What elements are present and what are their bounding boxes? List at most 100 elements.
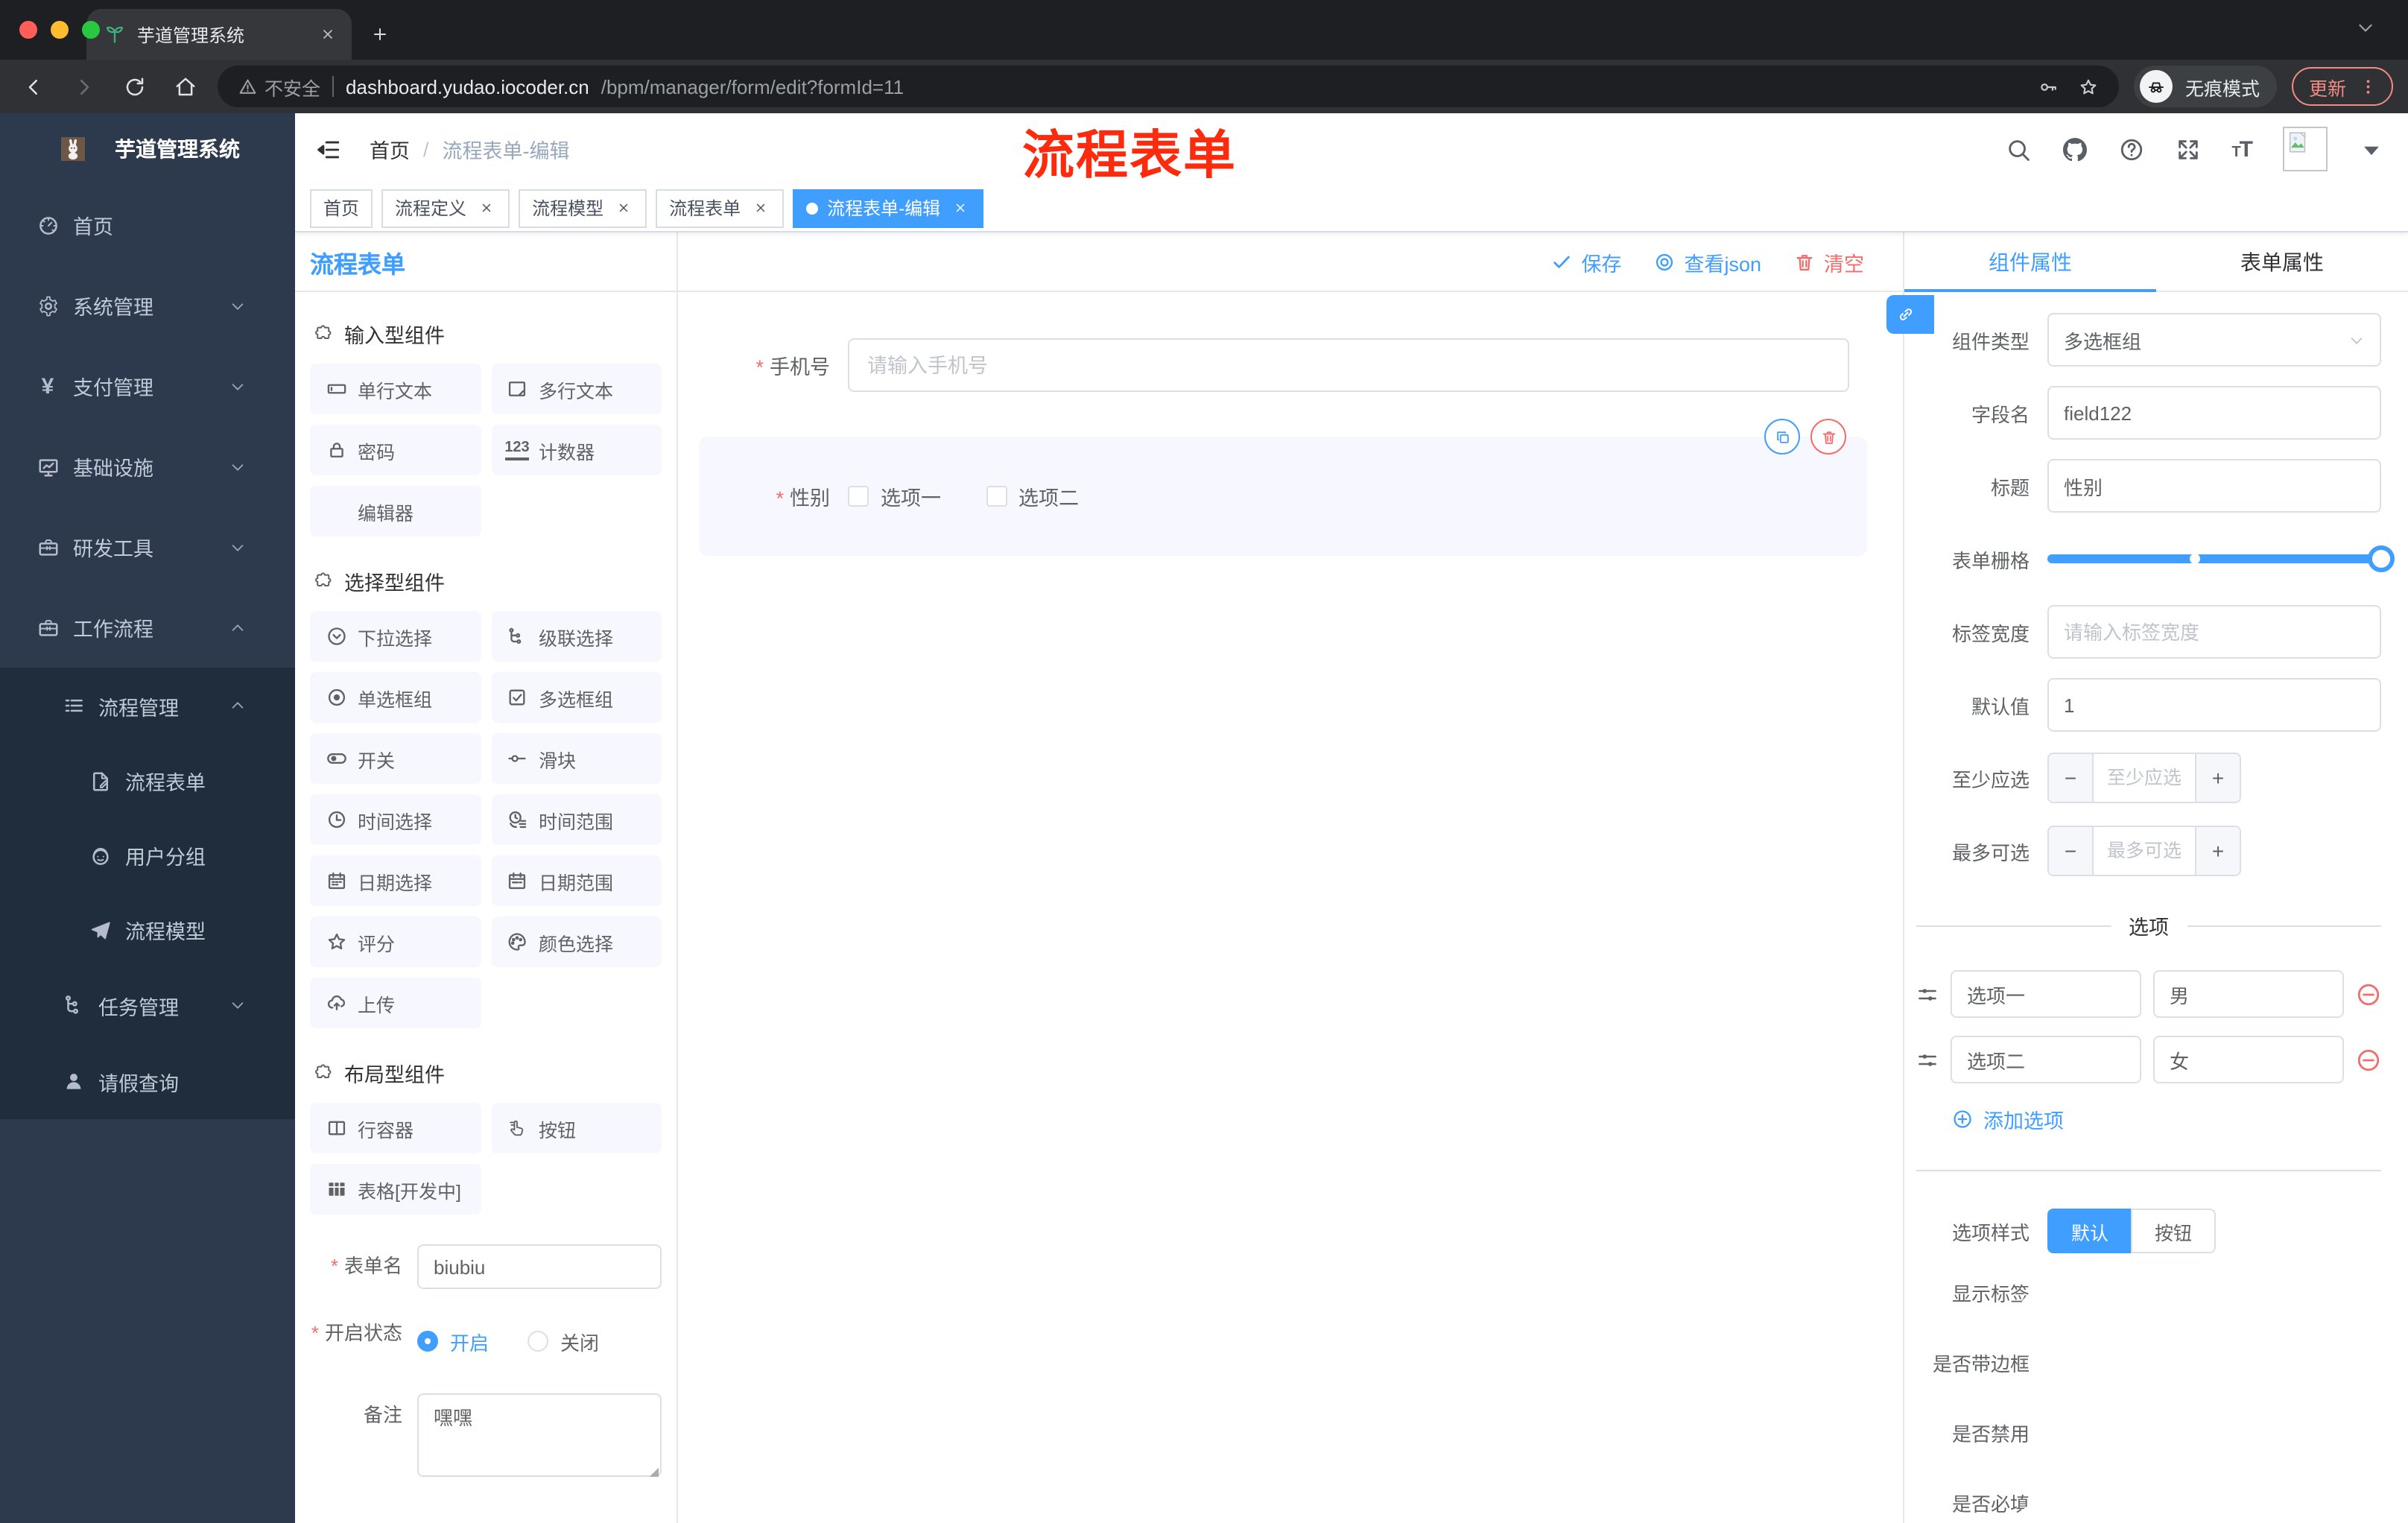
- slider-handle[interactable]: [2368, 545, 2395, 572]
- radio-off-icon[interactable]: [527, 1331, 549, 1352]
- component-chip-多行文本[interactable]: 多行文本: [491, 364, 662, 414]
- option-value-input[interactable]: [2153, 970, 2344, 1018]
- home-icon[interactable]: [167, 75, 203, 98]
- tab-component-props[interactable]: 组件属性: [1904, 232, 2156, 292]
- sidebar-item-基础设施[interactable]: 基础设施: [0, 426, 295, 507]
- drag-handle-icon[interactable]: [1916, 983, 1939, 1005]
- canvas-field-gender-selected[interactable]: 性别 选项一 选项二: [699, 419, 1867, 556]
- option-value-input[interactable]: [2153, 1036, 2344, 1083]
- sidebar-item-支付管理[interactable]: ¥ 支付管理: [0, 346, 295, 426]
- plus-icon[interactable]: +: [2195, 827, 2240, 875]
- option-name-input[interactable]: [1951, 970, 2141, 1018]
- remove-option-icon[interactable]: [2356, 981, 2381, 1007]
- remove-option-icon[interactable]: [2356, 1047, 2381, 1072]
- avatar-caret-icon[interactable]: [2359, 136, 2384, 162]
- checkbox-icon[interactable]: [848, 486, 869, 507]
- search-icon[interactable]: [2005, 136, 2030, 162]
- form-canvas[interactable]: 手机号 性别 选项一: [678, 292, 1903, 1523]
- new-tab-button[interactable]: [361, 15, 399, 54]
- close-tag-icon[interactable]: [475, 197, 496, 218]
- bookmark-star-icon[interactable]: [2079, 77, 2099, 96]
- component-chip-下拉选择[interactable]: 下拉选择: [310, 611, 481, 662]
- save-button[interactable]: 保存: [1551, 247, 1621, 276]
- view-json-button[interactable]: 查看json: [1654, 247, 1761, 276]
- component-chip-评分[interactable]: 评分: [310, 916, 481, 967]
- sidebar-item-请假查询[interactable]: 请假查询: [0, 1043, 295, 1119]
- fullscreen-icon[interactable]: [2175, 136, 2200, 162]
- component-chip-单行文本[interactable]: 单行文本: [310, 364, 481, 414]
- collapse-sidebar-icon[interactable]: [310, 136, 346, 162]
- checkbox-icon[interactable]: [986, 486, 1007, 507]
- close-tag-icon[interactable]: [750, 197, 770, 218]
- component-chip-上传[interactable]: 上传: [310, 978, 481, 1028]
- min-select-input[interactable]: [2094, 754, 2195, 802]
- sidebar-item-任务管理[interactable]: 任务管理: [0, 967, 295, 1043]
- password-key-icon[interactable]: [2039, 77, 2059, 96]
- component-type-select[interactable]: 多选框组: [2047, 313, 2381, 367]
- component-chip-时间范围[interactable]: 时间范围: [491, 794, 662, 845]
- remark-textarea[interactable]: 嘿嘿: [417, 1393, 662, 1477]
- component-chip-滑块[interactable]: 滑块: [491, 733, 662, 784]
- breadcrumb-home[interactable]: 首页: [370, 134, 410, 164]
- canvas-field-phone[interactable]: 手机号: [699, 338, 1903, 392]
- component-chip-编辑器[interactable]: 编辑器: [310, 486, 481, 536]
- close-tag-icon[interactable]: [612, 197, 633, 218]
- tag-流程模型[interactable]: 流程模型: [519, 189, 647, 227]
- status-off-label[interactable]: 关闭: [560, 1327, 599, 1355]
- component-chip-密码[interactable]: 密码: [310, 425, 481, 475]
- component-chip-行容器[interactable]: 行容器: [310, 1103, 481, 1153]
- component-chip-日期选择[interactable]: 日期选择: [310, 855, 481, 906]
- tab-search-chevron-icon[interactable]: [2356, 18, 2375, 37]
- browser-tab[interactable]: 芋道管理系统: [86, 9, 352, 60]
- sidebar-item-工作流程[interactable]: 工作流程: [0, 587, 295, 668]
- component-chip-日期范围[interactable]: 日期范围: [491, 855, 662, 906]
- reload-icon[interactable]: [116, 75, 152, 98]
- more-menu-icon[interactable]: [2358, 77, 2377, 96]
- minus-icon[interactable]: −: [2049, 827, 2094, 875]
- component-chip-开关[interactable]: 开关: [310, 733, 481, 784]
- component-chip-级联选择[interactable]: 级联选择: [491, 611, 662, 662]
- tag-流程表单-编辑[interactable]: 流程表单-编辑: [793, 189, 984, 227]
- form-name-input[interactable]: [417, 1244, 662, 1289]
- delete-component-button[interactable]: [1810, 419, 1846, 455]
- tab-form-props[interactable]: 表单属性: [2156, 232, 2408, 291]
- sidebar-item-流程表单[interactable]: 流程表单: [0, 744, 295, 818]
- plus-icon[interactable]: +: [2195, 754, 2240, 802]
- component-chip-按钮[interactable]: 按钮: [491, 1103, 662, 1153]
- zoom-window-button[interactable]: [82, 21, 100, 39]
- field-name-input[interactable]: [2047, 386, 2381, 440]
- duplicate-component-button[interactable]: [1764, 419, 1800, 455]
- back-icon[interactable]: [15, 75, 51, 98]
- drag-handle-icon[interactable]: [1916, 1048, 1939, 1071]
- minus-icon[interactable]: −: [2049, 754, 2094, 802]
- sidebar-item-流程管理[interactable]: 流程管理: [0, 668, 295, 744]
- update-browser-button[interactable]: 更新: [2292, 67, 2393, 106]
- avatar[interactable]: [2283, 127, 2328, 171]
- tag-流程表单[interactable]: 流程表单: [656, 189, 785, 227]
- sidebar-item-流程模型[interactable]: 流程模型: [0, 893, 295, 967]
- form-grid-slider[interactable]: [2047, 532, 2395, 586]
- label-width-input[interactable]: [2047, 605, 2381, 659]
- clear-button[interactable]: 清空: [1794, 247, 1864, 276]
- github-icon[interactable]: [2062, 136, 2087, 162]
- tag-首页[interactable]: 首页: [310, 189, 373, 227]
- component-chip-表格[开发中][interactable]: 表格[开发中]: [310, 1164, 481, 1215]
- sidebar-item-系统管理[interactable]: 系统管理: [0, 265, 295, 346]
- font-size-icon[interactable]: TT: [2231, 138, 2253, 160]
- title-input[interactable]: [2047, 459, 2381, 513]
- component-chip-计数器[interactable]: 123 计数器: [491, 425, 662, 475]
- close-window-button[interactable]: [19, 21, 37, 39]
- help-icon[interactable]: [2118, 136, 2144, 162]
- sidebar-item-研发工具[interactable]: 研发工具: [0, 507, 295, 587]
- sidebar-item-首页[interactable]: 首页: [0, 185, 295, 265]
- window-controls[interactable]: [19, 21, 100, 39]
- add-option-button[interactable]: 添加选项: [1952, 1104, 2381, 1134]
- radio-on-icon[interactable]: [417, 1331, 438, 1352]
- sidebar-item-用户分组[interactable]: 用户分组: [0, 818, 295, 893]
- gender-option-2[interactable]: 选项二: [986, 481, 1079, 511]
- component-chip-时间选择[interactable]: 时间选择: [310, 794, 481, 845]
- close-tab-icon[interactable]: [316, 22, 340, 46]
- default-value-input[interactable]: [2047, 678, 2381, 732]
- component-chip-颜色选择[interactable]: 颜色选择: [491, 916, 662, 967]
- minimize-window-button[interactable]: [51, 21, 69, 39]
